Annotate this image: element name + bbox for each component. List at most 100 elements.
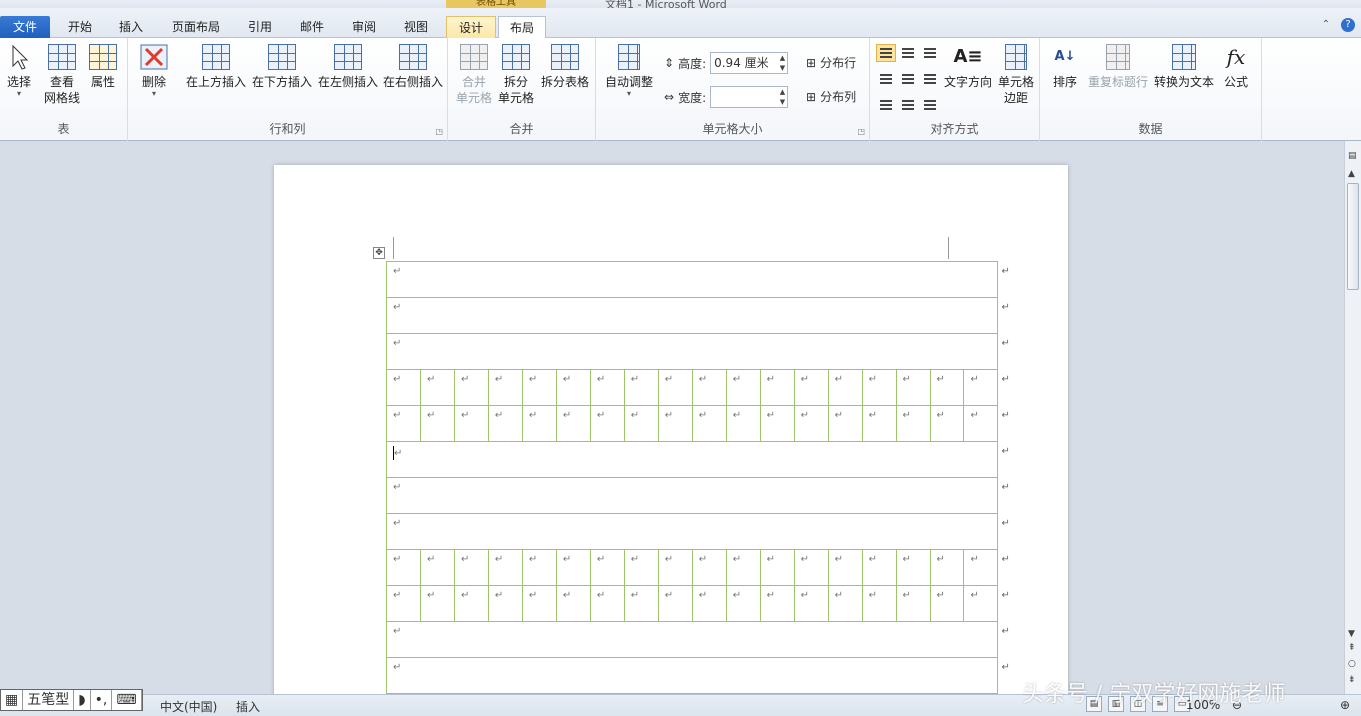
table-cell[interactable]: ↵ <box>589 585 625 622</box>
table-cell[interactable]: ↵ <box>827 549 863 586</box>
split-cells-button[interactable]: 拆分 单元格 <box>496 42 536 106</box>
tab-insert[interactable]: 插入 <box>110 16 152 38</box>
tab-view[interactable]: 视图 <box>396 16 436 38</box>
table-cell[interactable]: ↵ <box>623 585 659 622</box>
align-middle-right-icon[interactable] <box>920 70 940 88</box>
vertical-scrollbar[interactable]: ▤ ▲ ▼ ⇞ ○ ⇟ <box>1344 141 1361 694</box>
tab-file[interactable]: 文件 <box>0 16 50 38</box>
table-cell[interactable]: ↵ <box>386 405 421 442</box>
table-cell[interactable]: ↵ <box>861 549 897 586</box>
tab-mailings[interactable]: 邮件 <box>292 16 332 38</box>
table-cell[interactable]: ↵ <box>453 549 489 586</box>
table-move-handle-icon[interactable]: ✥ <box>373 247 385 259</box>
table-cell[interactable]: ↵ <box>929 585 965 622</box>
table-cell[interactable]: ↵ <box>385 261 999 298</box>
table-cell[interactable]: ↵ <box>725 369 761 406</box>
ruler-toggle-icon[interactable]: ▤ <box>1348 151 1357 161</box>
table-cell[interactable]: ↵ <box>861 369 897 406</box>
height-input[interactable]: 0.94 厘米 ▲ ▼ <box>710 52 789 74</box>
properties-button[interactable]: 属性 <box>86 42 120 90</box>
table-cell[interactable]: ↵ <box>487 405 523 442</box>
table-cell[interactable]: ↵ <box>963 405 999 442</box>
ime-logo-icon[interactable]: ▦ <box>1 690 24 710</box>
tab-home[interactable]: 开始 <box>60 16 100 38</box>
insert-below-button[interactable]: 在下方插入 <box>250 42 314 90</box>
prev-page-icon[interactable]: ⇞ <box>1348 643 1356 653</box>
insert-left-button[interactable]: 在左侧插入 <box>316 42 380 90</box>
table-cell[interactable]: ↵ <box>691 369 727 406</box>
table-cell[interactable]: ↵ <box>759 549 795 586</box>
table-cell[interactable]: ↵ <box>759 405 795 442</box>
table-cell[interactable]: ↵ <box>385 441 999 478</box>
table-cell[interactable]: ↵ <box>419 405 455 442</box>
merge-cells-button[interactable]: 合并 单元格 <box>454 42 494 106</box>
table-cell[interactable]: ↵ <box>453 369 489 406</box>
language-status[interactable]: 中文(中国) <box>160 698 217 715</box>
table-cell[interactable]: ↵ <box>963 369 999 406</box>
select-button[interactable]: 选择 ▾ <box>4 42 34 98</box>
table-cell[interactable]: ↵ <box>521 549 557 586</box>
dialog-launcher-icon[interactable]: ◳ <box>435 127 443 136</box>
tab-review[interactable]: 审阅 <box>344 16 384 38</box>
table-cell[interactable]: ↵ <box>929 549 965 586</box>
insert-above-button[interactable]: 在上方插入 <box>184 42 248 90</box>
table-cell[interactable]: ↵ <box>963 549 999 586</box>
table-cell[interactable]: ↵ <box>419 585 455 622</box>
table-cell[interactable]: ↵ <box>386 369 421 406</box>
table-cell[interactable]: ↵ <box>793 405 829 442</box>
table-cell[interactable]: ↵ <box>793 585 829 622</box>
table-cell[interactable]: ↵ <box>386 585 421 622</box>
scroll-down-icon[interactable]: ▼ <box>1348 629 1355 639</box>
width-spinner-icon[interactable]: ▲ ▼ <box>780 87 785 107</box>
ime-toolbar[interactable]: ▦ 五笔型 ◗ •, ⌨ <box>0 689 143 711</box>
ime-name[interactable]: 五笔型 <box>23 690 75 710</box>
table-cell[interactable]: ↵ <box>555 585 591 622</box>
page[interactable]: ✥ ↵ ↵ ↵ ↵ ↵ ↵ ↵ ↵ ↵ ↵ ↵ ↵ ↵ ↵ ↵ ↵ ↵ ↵ ↵ ↵ ↵ ↵ ↵ ↵ ↵ ↵ ↵ ↵ ↵ ↵ ↵ ↵ ↵ ↵ ↵ ↵ ↵ ↵… <box>274 165 1068 694</box>
table-cell[interactable]: ↵ <box>623 369 659 406</box>
table-cell[interactable]: ↵ <box>385 333 999 370</box>
table-cell[interactable]: ↵ <box>691 549 727 586</box>
zoom-in-icon[interactable]: ⊕ <box>1340 698 1350 712</box>
sort-button[interactable]: A↓ 排序 <box>1048 42 1082 90</box>
help-icon[interactable]: ? <box>1341 18 1355 32</box>
scroll-thumb[interactable] <box>1347 183 1359 290</box>
table-cell[interactable]: ↵ <box>487 369 523 406</box>
formula-button[interactable]: fx 公式 <box>1218 42 1254 90</box>
table-cell[interactable]: ↵ <box>487 549 523 586</box>
table-cell[interactable]: ↵ <box>793 369 829 406</box>
table-cell[interactable]: ↵ <box>759 369 795 406</box>
table-cell[interactable]: ↵ <box>521 369 557 406</box>
table-cell[interactable]: ↵ <box>589 405 625 442</box>
insert-mode-status[interactable]: 插入 <box>236 698 260 715</box>
table-cell[interactable]: ↵ <box>725 585 761 622</box>
tab-layout[interactable]: 布局 <box>498 16 546 39</box>
cell-margins-button[interactable]: 单元格 边距 <box>996 42 1036 106</box>
table-cell[interactable]: ↵ <box>555 549 591 586</box>
soft-keyboard-icon[interactable]: ⌨ <box>112 690 142 710</box>
table-cell[interactable]: ↵ <box>589 549 625 586</box>
align-top-center-icon[interactable] <box>898 44 918 62</box>
table-cell[interactable]: ↵ <box>963 585 999 622</box>
repeat-header-button[interactable]: 重复标题行 <box>1086 42 1150 90</box>
next-page-icon[interactable]: ⇟ <box>1348 675 1356 685</box>
punctuation-icon[interactable]: •, <box>91 690 113 710</box>
distribute-rows-button[interactable]: ⊞ 分布行 <box>806 54 856 71</box>
table-cell[interactable]: ↵ <box>555 405 591 442</box>
document-table[interactable]: ↵ ↵ ↵ ↵ ↵ ↵ ↵ ↵ ↵ ↵ ↵ ↵ ↵ ↵ ↵ ↵ ↵ ↵ ↵ ↵ ↵ ↵ ↵ ↵ ↵ ↵ ↵ ↵ ↵ ↵ ↵ ↵ ↵ ↵ ↵ ↵ ↵ ↵ ↵ ↵… <box>385 261 1026 694</box>
table-cell[interactable]: ↵ <box>657 549 693 586</box>
align-middle-left-icon[interactable] <box>876 70 896 88</box>
table-cell[interactable]: ↵ <box>827 405 863 442</box>
table-cell[interactable]: ↵ <box>827 585 863 622</box>
align-bottom-center-icon[interactable] <box>898 96 918 114</box>
table-cell[interactable]: ↵ <box>385 297 999 334</box>
width-input[interactable]: ▲ ▼ <box>710 86 789 108</box>
tab-page-layout[interactable]: 页面布局 <box>164 16 228 38</box>
table-cell[interactable]: ↵ <box>487 585 523 622</box>
table-cell[interactable]: ↵ <box>385 621 999 658</box>
table-cell[interactable]: ↵ <box>657 369 693 406</box>
table-cell[interactable]: ↵ <box>861 585 897 622</box>
table-cell[interactable]: ↵ <box>419 369 455 406</box>
table-cell[interactable]: ↵ <box>895 549 931 586</box>
table-cell[interactable]: ↵ <box>657 405 693 442</box>
tab-design[interactable]: 设计 <box>446 16 496 38</box>
